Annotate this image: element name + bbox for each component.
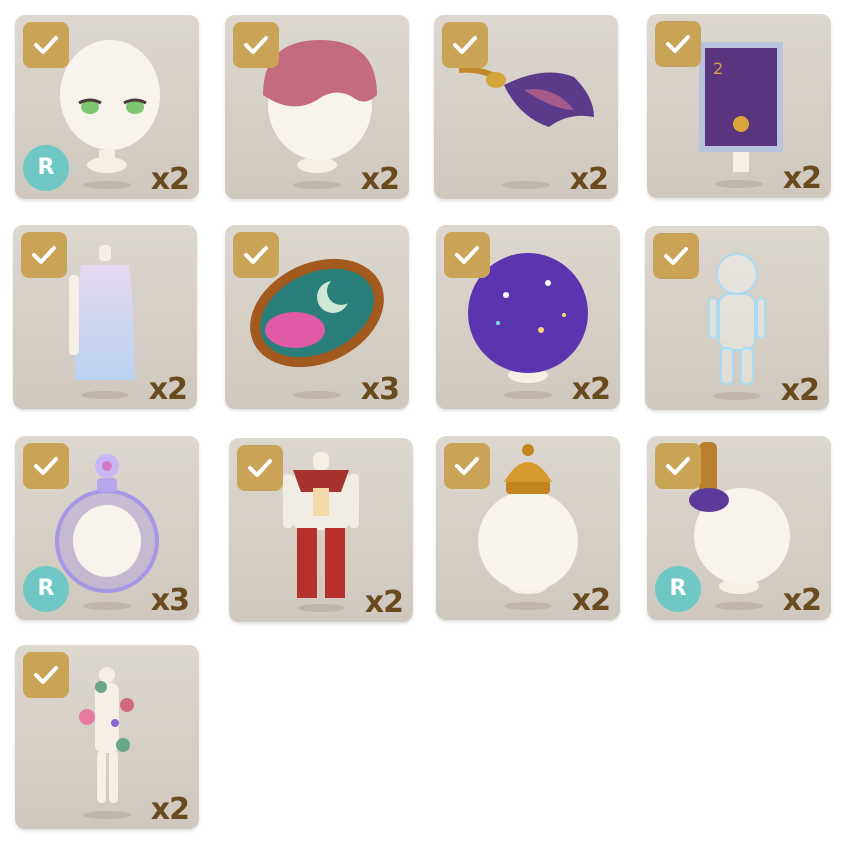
rarity-badge: R	[23, 145, 69, 191]
item-count: x2	[571, 372, 611, 407]
item-count: x2	[148, 372, 188, 407]
item-tile-pink-hair[interactable]: x2	[225, 15, 409, 199]
owned-check-icon	[653, 233, 699, 279]
rarity-badge: R	[655, 566, 701, 612]
owned-check-icon	[237, 445, 283, 491]
item-count: x3	[150, 583, 190, 618]
item-tile-stamp-background[interactable]: 2 x2	[647, 14, 831, 198]
rarity-badge: R	[23, 566, 69, 612]
owned-check-icon	[23, 443, 69, 489]
item-tile-flower-body[interactable]: x2	[15, 645, 199, 829]
item-count: x2	[571, 583, 611, 618]
item-tile-feather-hairpin[interactable]: x2	[434, 15, 618, 199]
owned-check-icon	[23, 22, 69, 68]
item-count: x2	[364, 585, 404, 620]
item-count: x2	[782, 583, 822, 618]
item-tile-gradient-dress[interactable]: x2	[13, 225, 197, 409]
owned-check-icon	[444, 443, 490, 489]
owned-check-icon	[233, 232, 279, 278]
item-tile-bubble-bottle[interactable]: R x3	[15, 436, 199, 620]
owned-check-icon	[442, 22, 488, 68]
owned-check-icon	[233, 22, 279, 68]
item-count: x2	[569, 162, 609, 197]
owned-check-icon	[655, 443, 701, 489]
item-tile-crown-hat[interactable]: x2	[436, 436, 620, 620]
item-count: x2	[150, 792, 190, 827]
item-tile-hologram-body[interactable]: x2	[645, 226, 829, 410]
svg-text:2: 2	[713, 59, 723, 78]
item-tile-galaxy-hair[interactable]: x2	[436, 225, 620, 409]
item-count: x2	[780, 373, 820, 408]
owned-check-icon	[444, 232, 490, 278]
item-tile-face[interactable]: R x2	[15, 15, 199, 199]
owned-check-icon	[21, 232, 67, 278]
item-tile-headphone-accessory[interactable]: R x2	[647, 436, 831, 620]
item-tile-moon-mirror[interactable]: x3	[225, 225, 409, 409]
owned-check-icon	[23, 652, 69, 698]
item-tile-sailor-outfit[interactable]: x2	[229, 438, 413, 622]
item-count: x2	[360, 162, 400, 197]
item-count: x3	[360, 372, 400, 407]
item-count: x2	[150, 162, 190, 197]
owned-check-icon	[655, 21, 701, 67]
item-count: x2	[782, 161, 822, 196]
